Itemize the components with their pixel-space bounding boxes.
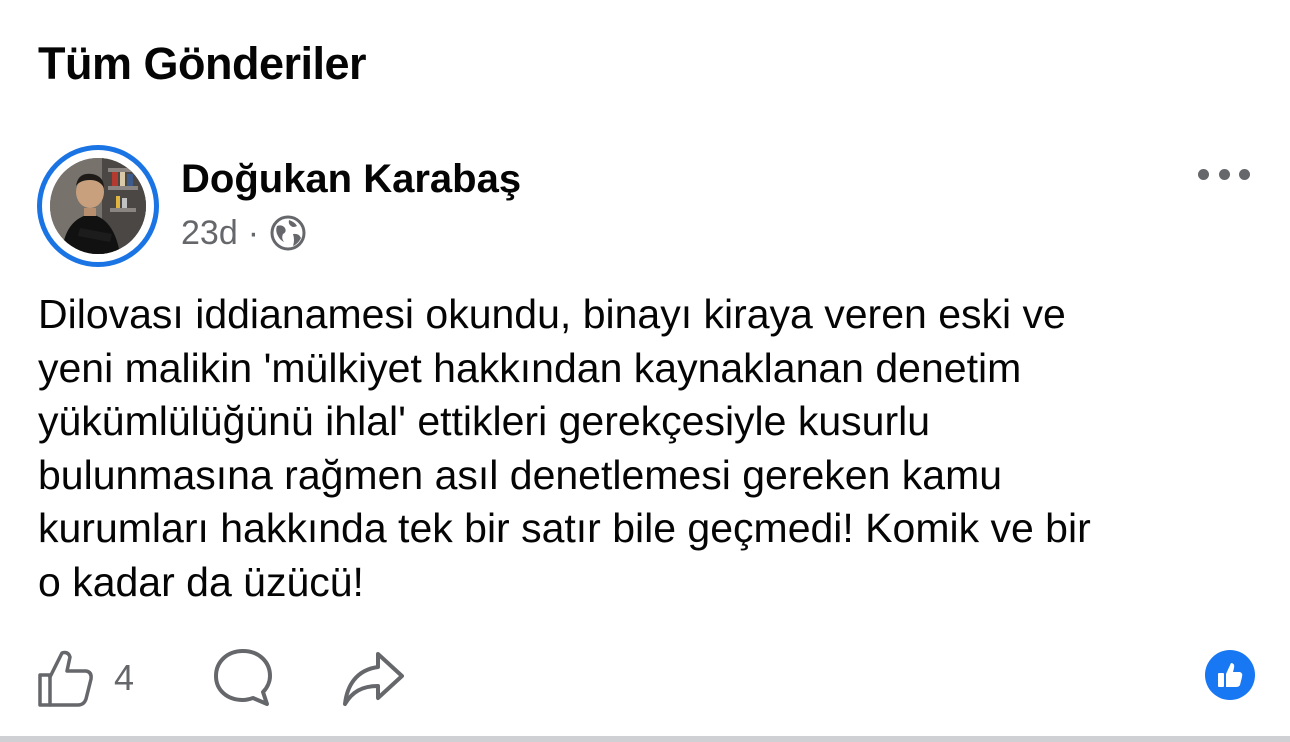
meta-separator: ·	[247, 213, 260, 252]
like-reaction-badge[interactable]	[1205, 650, 1255, 700]
share-icon	[343, 652, 404, 706]
post-text: Dilovası iddianamesi okundu, binayı kira…	[38, 291, 1091, 605]
post-timestamp[interactable]: 23d	[181, 214, 238, 253]
share-button[interactable]	[340, 644, 406, 710]
post-meta: 23d ·	[181, 213, 307, 253]
like-count[interactable]: 4	[114, 657, 134, 699]
more-dot	[1239, 168, 1250, 180]
avatar-story-ring[interactable]	[37, 145, 159, 267]
author-name[interactable]: Doğukan Karabaş	[181, 156, 521, 202]
post-divider	[0, 736, 1290, 742]
like-button[interactable]: 4	[34, 638, 134, 718]
more-options-button[interactable]	[1194, 154, 1254, 194]
more-dot	[1218, 168, 1230, 180]
thumbs-up-icon	[38, 650, 93, 707]
section-title: Tüm Gönderiler	[38, 38, 367, 89]
post-actions: 4	[0, 638, 1290, 718]
comment-button[interactable]	[210, 644, 276, 710]
comment-icon	[214, 649, 272, 706]
avatar[interactable]	[50, 158, 146, 254]
profile-photo-icon	[50, 158, 146, 254]
post-card: Doğukan Karabaş 23d · Dilovası iddianame…	[0, 140, 1290, 736]
more-horizontal-icon	[1198, 168, 1209, 180]
like-reaction-icon	[1218, 663, 1243, 687]
globe-icon[interactable]	[269, 214, 307, 252]
